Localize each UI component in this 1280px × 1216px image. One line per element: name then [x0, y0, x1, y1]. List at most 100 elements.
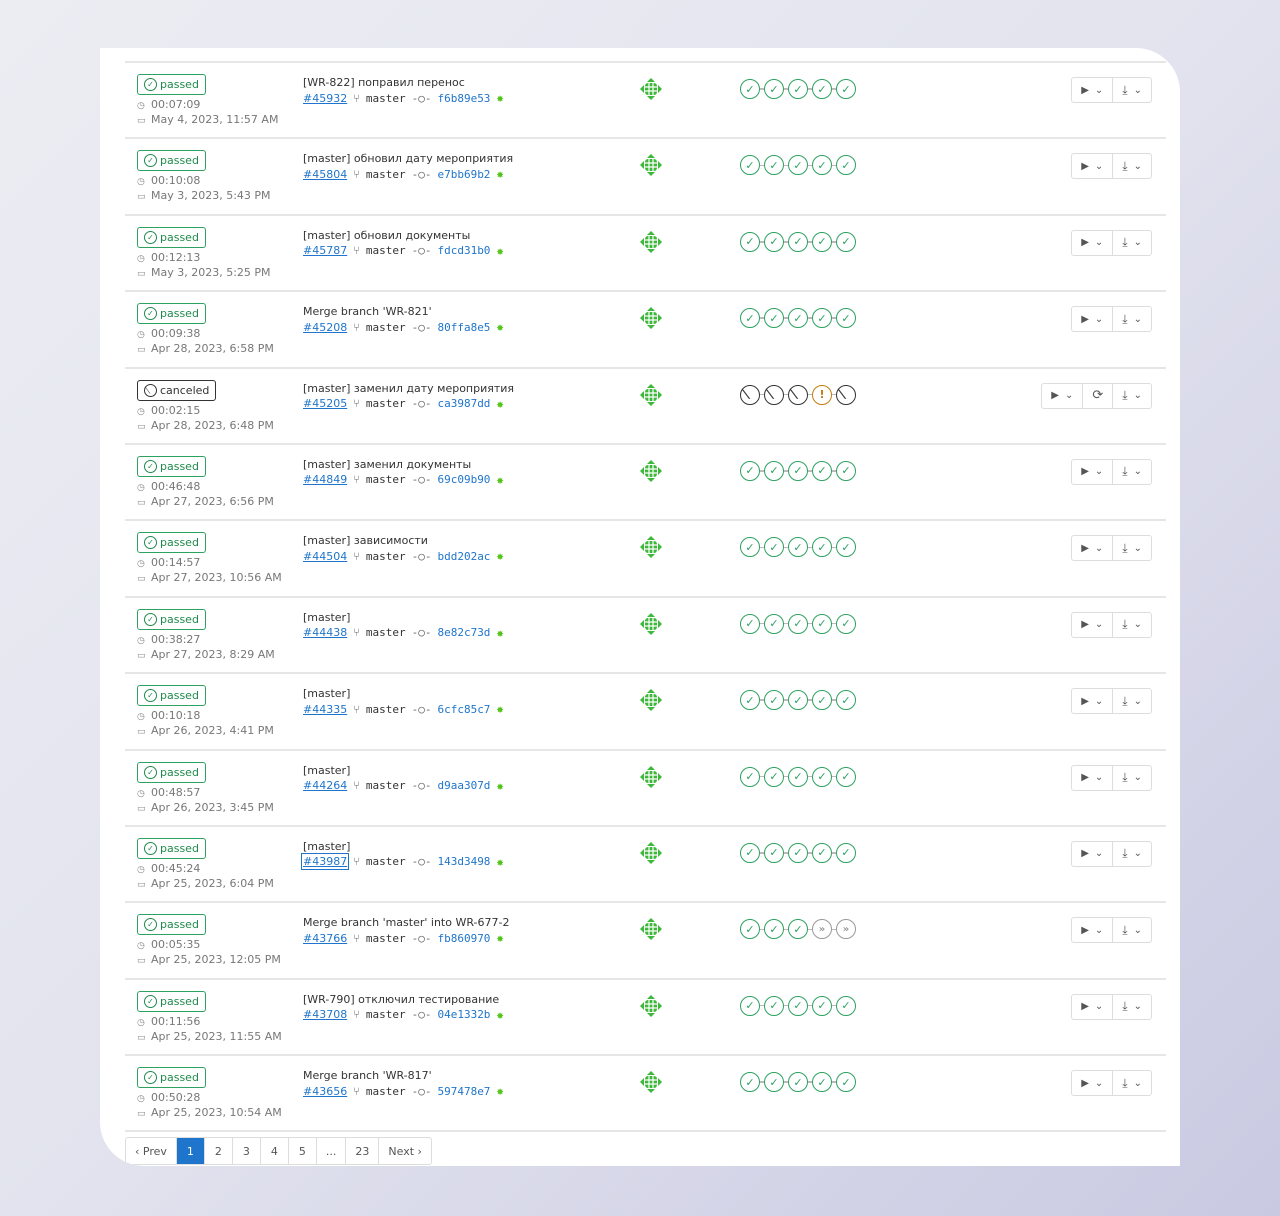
stage-canceled-icon[interactable]: ⃥ — [788, 384, 808, 405]
commit-title[interactable]: [master] обновил дату мероприятия — [303, 152, 513, 165]
pipeline-id-link[interactable]: #43656 — [303, 1085, 347, 1098]
pipeline-id-link[interactable]: #43766 — [303, 932, 347, 945]
branch-name[interactable]: master — [366, 703, 406, 716]
play-dropdown-button[interactable]: ▶ ⌄ — [1072, 613, 1112, 637]
branch-name[interactable]: master — [366, 473, 406, 486]
stage-success-icon[interactable]: ✓ — [836, 995, 856, 1016]
status-badge[interactable]: ✓ passed — [137, 226, 206, 248]
pipeline-id-link[interactable]: #45932 — [303, 92, 347, 105]
play-dropdown-button[interactable]: ▶ ⌄ — [1072, 995, 1112, 1019]
stage-success-icon[interactable]: ✓ — [836, 1072, 856, 1093]
commit-sha[interactable]: 04e1332b — [437, 1008, 490, 1021]
status-badge[interactable]: ✓ passed — [137, 532, 206, 554]
page-3-button[interactable]: 3 — [231, 1138, 260, 1164]
commit-sha[interactable]: e7bb69b2 — [437, 168, 490, 181]
download-artifacts-button[interactable]: ⤓ ⌄ — [1112, 154, 1151, 179]
stage-success-icon[interactable]: ✓ — [812, 842, 832, 863]
branch-name[interactable]: master — [366, 92, 406, 105]
play-dropdown-button[interactable]: ▶ ⌄ — [1072, 231, 1112, 255]
stage-success-icon[interactable]: ✓ — [764, 308, 784, 329]
branch-name[interactable]: master — [366, 1008, 406, 1021]
stage-success-icon[interactable]: ✓ — [812, 613, 832, 634]
stage-success-icon[interactable]: ✓ — [812, 690, 832, 711]
branch-name[interactable]: master — [366, 1085, 406, 1098]
stage-success-icon[interactable]: ✓ — [836, 613, 856, 634]
stage-success-icon[interactable]: ✓ — [836, 155, 856, 176]
pipeline-id-link[interactable]: #45804 — [303, 168, 347, 181]
commit-title[interactable]: Merge branch 'WR-817' — [303, 1069, 504, 1082]
status-badge[interactable]: ✓ passed — [137, 455, 206, 477]
pipeline-id-link[interactable]: #45208 — [303, 321, 347, 334]
pipeline-id-link[interactable]: #45787 — [303, 244, 347, 257]
download-artifacts-button[interactable]: ⤓ ⌄ — [1112, 307, 1151, 332]
play-dropdown-button[interactable]: ▶ ⌄ — [1072, 154, 1112, 178]
stage-success-icon[interactable]: ✓ — [812, 155, 832, 176]
stage-success-icon[interactable]: ✓ — [836, 308, 856, 329]
commit-sha[interactable]: f6b89e53 — [437, 92, 490, 105]
stage-success-icon[interactable]: ✓ — [836, 537, 856, 558]
commit-title[interactable]: [master] — [303, 764, 504, 777]
branch-name[interactable]: master — [366, 244, 406, 257]
commit-sha[interactable]: 6cfc85c7 — [437, 703, 490, 716]
stage-success-icon[interactable]: ✓ — [788, 919, 808, 940]
download-artifacts-button[interactable]: ⤓ ⌄ — [1112, 841, 1151, 866]
stage-success-icon[interactable]: ✓ — [764, 155, 784, 176]
commit-title[interactable]: [WR-790] отключил тестирование — [303, 993, 504, 1006]
commit-title[interactable]: Merge branch 'master' into WR-677-2 — [303, 916, 509, 929]
play-dropdown-button[interactable]: ▶ ⌄ — [1072, 78, 1112, 102]
stage-success-icon[interactable]: ✓ — [764, 537, 784, 558]
commit-sha[interactable]: 69c09b90 — [437, 473, 490, 486]
commit-title[interactable]: [master] заменил дату мероприятия — [303, 382, 514, 395]
branch-name[interactable]: master — [366, 321, 406, 334]
pipeline-id-link[interactable]: #44438 — [303, 626, 347, 639]
commit-title[interactable]: [master] — [303, 611, 504, 624]
download-artifacts-button[interactable]: ⤓ ⌄ — [1112, 612, 1151, 637]
stage-success-icon[interactable]: ✓ — [812, 79, 832, 99]
stage-success-icon[interactable]: ✓ — [836, 690, 856, 711]
pipeline-id-link[interactable]: #44335 — [303, 703, 347, 716]
play-dropdown-button[interactable]: ▶ ⌄ — [1072, 536, 1112, 560]
stage-success-icon[interactable]: ✓ — [740, 308, 760, 329]
stage-success-icon[interactable]: ✓ — [740, 995, 760, 1016]
stage-warning-icon[interactable]: ! — [812, 384, 832, 405]
stage-success-icon[interactable]: ✓ — [788, 460, 808, 481]
commit-sha[interactable]: fb860970 — [437, 932, 490, 945]
stage-success-icon[interactable]: ✓ — [788, 155, 808, 176]
branch-name[interactable]: master — [366, 855, 406, 868]
download-artifacts-button[interactable]: ⤓ ⌄ — [1112, 994, 1151, 1019]
pipeline-id-link[interactable]: #45205 — [303, 397, 347, 410]
download-artifacts-button[interactable]: ⤓ ⌄ — [1112, 918, 1151, 943]
stage-success-icon[interactable]: ✓ — [740, 155, 760, 176]
page-5-button[interactable]: 5 — [287, 1138, 316, 1164]
branch-name[interactable]: master — [366, 550, 406, 563]
pipeline-id-link[interactable]: #43708 — [303, 1008, 347, 1021]
status-badge[interactable]: ✓ passed — [137, 990, 206, 1012]
stage-skipped-icon[interactable]: » — [812, 919, 832, 940]
commit-sha[interactable]: ca3987dd — [437, 397, 490, 410]
status-badge[interactable]: ✓ passed — [137, 1067, 206, 1089]
stage-success-icon[interactable]: ✓ — [788, 690, 808, 711]
stage-success-icon[interactable]: ✓ — [764, 613, 784, 634]
stage-success-icon[interactable]: ✓ — [740, 79, 760, 99]
stage-success-icon[interactable]: ✓ — [740, 919, 760, 940]
stage-success-icon[interactable]: ✓ — [812, 995, 832, 1016]
play-dropdown-button[interactable]: ▶ ⌄ — [1072, 689, 1112, 713]
stage-success-icon[interactable]: ✓ — [788, 995, 808, 1016]
stage-success-icon[interactable]: ✓ — [740, 842, 760, 863]
stage-success-icon[interactable]: ✓ — [812, 231, 832, 252]
status-badge[interactable]: ✓ passed — [137, 914, 206, 936]
pipeline-id-link[interactable]: #44849 — [303, 473, 347, 486]
stage-success-icon[interactable]: ✓ — [788, 308, 808, 329]
commit-title[interactable]: [master] заменил документы — [303, 458, 504, 471]
play-dropdown-button[interactable]: ▶ ⌄ — [1072, 766, 1112, 790]
status-badge[interactable]: ✓ passed — [137, 685, 206, 707]
branch-name[interactable]: master — [366, 168, 406, 181]
commit-title[interactable]: [master] обновил документы — [303, 229, 504, 242]
stage-success-icon[interactable]: ✓ — [740, 613, 760, 634]
stage-skipped-icon[interactable]: » — [836, 919, 856, 940]
next-page-button[interactable]: Next › — [378, 1138, 431, 1164]
status-badge[interactable]: ✓ passed — [137, 761, 206, 783]
stage-success-icon[interactable]: ✓ — [764, 1072, 784, 1093]
page-4-button[interactable]: 4 — [259, 1138, 288, 1164]
stage-canceled-icon[interactable]: ⃥ — [740, 384, 760, 405]
